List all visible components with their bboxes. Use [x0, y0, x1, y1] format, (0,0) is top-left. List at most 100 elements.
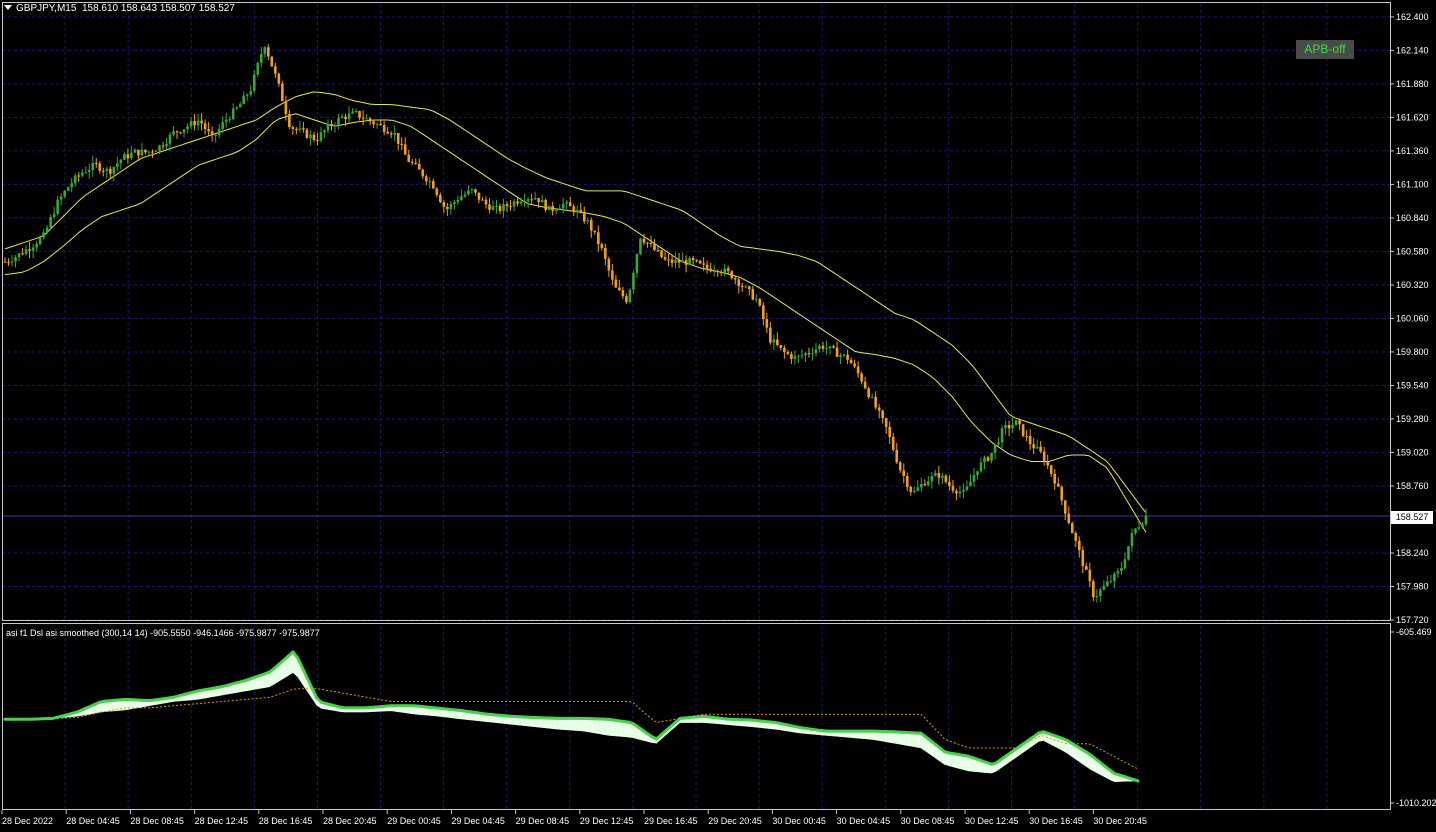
candle-body [467, 190, 470, 195]
candle-body [516, 201, 519, 204]
candle-body [179, 132, 182, 134]
candle-body [7, 261, 10, 263]
y-tick-label: 162.400 [1396, 12, 1429, 22]
y-tick-label: -605.469 [1396, 627, 1432, 637]
candle-body [326, 124, 330, 131]
candle-body [561, 203, 565, 209]
candle-body [958, 491, 962, 494]
chevron-down-icon[interactable] [4, 5, 12, 10]
candle-body [1113, 573, 1116, 582]
y-tick-label: 161.360 [1396, 146, 1429, 156]
asi-fill [958, 754, 964, 770]
candle-body [923, 484, 927, 486]
asi-fill [897, 731, 903, 745]
candle-body [140, 149, 144, 156]
candle-body [105, 168, 109, 172]
candle-body [860, 373, 863, 382]
candle-body [888, 426, 892, 437]
candle-body [839, 355, 842, 357]
candle-body [691, 258, 695, 260]
x-tick-label: 29 Dec 12:45 [580, 816, 634, 826]
candle-body [224, 119, 228, 123]
candle-body [477, 192, 481, 200]
candle-body [354, 111, 358, 113]
candle-body [912, 490, 916, 492]
candle-body [274, 66, 277, 74]
candle-body [488, 204, 491, 210]
asi-fill [911, 732, 917, 748]
candle-body [530, 199, 533, 201]
candle-body [951, 485, 955, 491]
asi-fill [892, 731, 898, 745]
candle-body [288, 114, 291, 128]
candle-body [955, 490, 958, 494]
candle-body [228, 119, 231, 121]
candle-body [73, 175, 77, 184]
candle-body [702, 263, 705, 265]
candle-body [597, 232, 600, 245]
candle-body [281, 83, 284, 102]
candle-body [424, 176, 428, 182]
candle-body [600, 244, 604, 249]
candle-body [870, 396, 874, 398]
asi-fill [618, 720, 624, 737]
candle-body [751, 289, 755, 300]
candle-body [242, 95, 246, 105]
candle-body [214, 135, 217, 137]
x-tick-label: 29 Dec 00:45 [387, 816, 441, 826]
candle-body [119, 159, 123, 164]
x-tick-label: 30 Dec 04:45 [837, 816, 891, 826]
candle-body [116, 163, 119, 167]
candle-body [716, 271, 719, 273]
candle-body [316, 139, 319, 141]
candle-body [161, 145, 165, 147]
y-tick-label: 158.760 [1396, 481, 1429, 491]
candle-body [77, 175, 81, 177]
candle-body [263, 47, 267, 54]
candle-body [98, 163, 102, 171]
asi-fill [576, 718, 582, 732]
candle-body [35, 244, 38, 248]
candle-body [765, 319, 769, 328]
candle-body [905, 475, 909, 487]
candle-body [42, 232, 45, 238]
candle-body [245, 94, 249, 96]
candle-body [656, 250, 660, 252]
candle-body [147, 151, 151, 153]
candle-body [172, 131, 175, 135]
asi-line [1131, 777, 1140, 783]
candle-body [726, 268, 730, 272]
y-tick-label: 159.540 [1396, 380, 1429, 390]
candle-body [849, 359, 853, 364]
apb-toggle-button[interactable]: APB-off [1296, 40, 1354, 59]
candle-body [881, 410, 884, 419]
y-tick-label: 158.240 [1396, 548, 1429, 558]
candle-body [740, 286, 744, 288]
candle-body [814, 349, 818, 354]
candle-body [649, 242, 653, 244]
asi-fill [590, 718, 596, 734]
candle-body [249, 90, 253, 95]
candle-body [793, 356, 797, 359]
asi-fill [906, 732, 912, 747]
candle-body [635, 254, 639, 273]
chart-canvas[interactable]: 28 Dec 2022 28 Dec 04:45 28 Dec 08:45 28 De… [0, 0, 1436, 832]
candle-body [446, 206, 449, 209]
candle-body [821, 345, 825, 349]
candle-body [1109, 581, 1113, 583]
candle-body [498, 205, 502, 212]
candle-body [463, 194, 467, 197]
candle-body [733, 278, 737, 280]
candle-body [1060, 486, 1064, 501]
candle-body [368, 118, 372, 122]
candle-body [934, 473, 937, 476]
asi-fill [557, 718, 563, 730]
candle-body [554, 209, 558, 211]
candle-body [80, 172, 84, 176]
symbol-header: GBPJPY,M15 158.610 158.643 158.507 158.5… [4, 3, 235, 14]
asi-fill [585, 718, 591, 733]
candle-body [990, 452, 993, 461]
candle-body [1056, 483, 1060, 487]
candle-body [730, 271, 734, 279]
candle-body [895, 449, 899, 463]
